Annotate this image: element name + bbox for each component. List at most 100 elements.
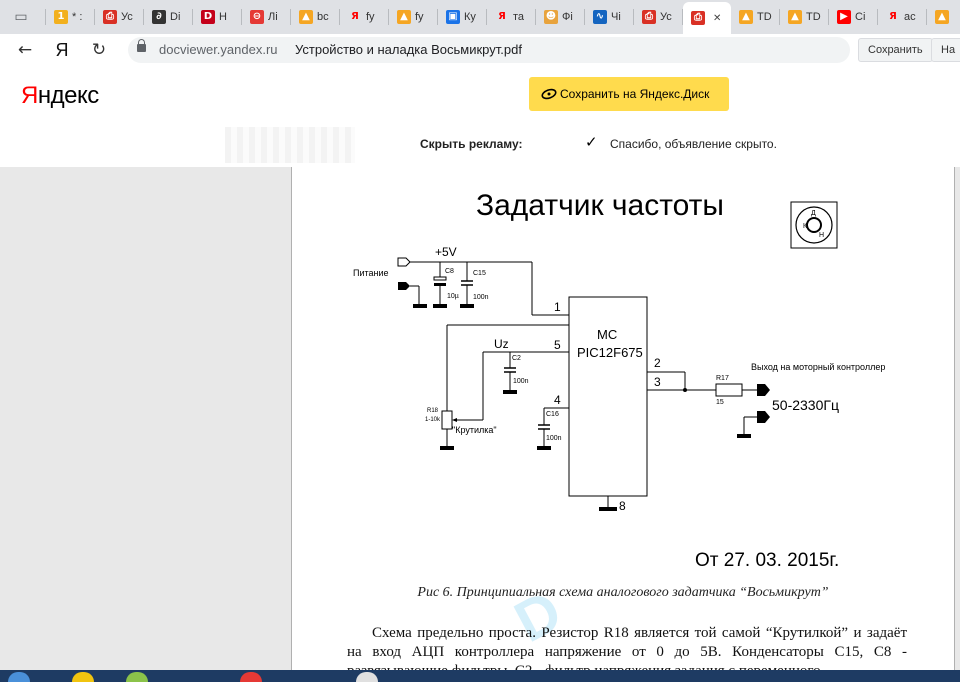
image-icon: ▲ [299, 10, 313, 24]
browser-tab[interactable]: ☻ Фі [536, 3, 585, 31]
sidebar-icon: ▭ [14, 9, 28, 25]
svg-text:C16: C16 [546, 411, 559, 418]
explorer-icon[interactable] [72, 672, 94, 682]
address-page-title: Устройство и наладка Восьмикрут.pdf [295, 42, 522, 57]
lock-icon [137, 39, 146, 52]
app2-icon[interactable] [356, 672, 378, 682]
folder-icon: 1 [54, 10, 68, 24]
image-icon: ▲ [935, 10, 949, 24]
svg-text:10µ: 10µ [447, 293, 459, 300]
svg-text:C2: C2 [512, 355, 521, 362]
tab-label: та [513, 11, 525, 23]
svg-text:100n: 100n [473, 294, 489, 301]
tab-label: Н [219, 11, 227, 23]
browser-tab[interactable]: ▲ fy [389, 3, 438, 31]
browser-icon[interactable] [240, 672, 262, 682]
browser-tab[interactable]: ▶ Сі [829, 3, 878, 31]
kdn-logo: К Д Н [790, 201, 838, 249]
yandex-icon: Я [351, 11, 359, 22]
svg-text:R17: R17 [716, 375, 729, 382]
tab-label: Ус [121, 11, 133, 23]
label-power: Питание [353, 268, 389, 278]
pdf-page: Задатчик частоты К Д Н Питание +5V C8 10… [291, 167, 955, 682]
reload-button[interactable]: ↻ [86, 38, 112, 62]
browser-tab[interactable]: Яfy [340, 3, 389, 31]
tab-label: TD [806, 11, 821, 23]
svg-text:50-2330Гц: 50-2330Гц [772, 397, 839, 413]
image-icon: ▲ [397, 10, 411, 24]
browser-tab[interactable]: ▲ TD [780, 3, 829, 31]
tab-label: bc [317, 11, 329, 23]
pdf-icon: ⎙ [642, 10, 656, 24]
browser-tab[interactable]: ⊖ Лі [242, 3, 291, 31]
svg-text:Д: Д [811, 210, 816, 217]
yandex-home-button[interactable]: Я [49, 38, 75, 62]
svg-text:1: 1 [554, 300, 561, 314]
browser-tab[interactable]: ⎙ Ус [95, 3, 144, 31]
browser-tab[interactable]: ▲ bc [291, 3, 340, 31]
tab-label: ас [904, 11, 916, 23]
svg-text:PIC12F675: PIC12F675 [577, 345, 643, 360]
circuit-schematic: К Д Н Питание +5V C8 10µ C15 100n 1 R18 … [353, 201, 885, 513]
browser-tab[interactable]: ⎙ Ус [634, 3, 683, 31]
link-icon: ∂ [152, 10, 166, 24]
save-to-disk-button[interactable]: Сохранить на Яндекс.Диск [529, 77, 729, 111]
app-icon[interactable] [126, 672, 148, 682]
browser-tab[interactable]: ∿ Чі [585, 3, 634, 31]
hidden-ad-image [225, 127, 355, 163]
svg-text:C8: C8 [445, 268, 454, 275]
svg-text:4: 4 [554, 393, 561, 407]
logo-first-letter: Я [21, 82, 38, 109]
browser-tab[interactable]: ▲ [927, 3, 960, 31]
svg-text:MC: MC [597, 327, 617, 342]
back-button[interactable]: ← [12, 38, 38, 62]
tab-label: fy [415, 11, 424, 23]
pdf-icon: ⎙ [691, 11, 705, 25]
logo-rest: ндекс [37, 82, 99, 109]
address-bar[interactable]: docviewer.yandex.ru Устройство и наладка… [128, 37, 850, 63]
tab-label: Лі [268, 11, 278, 23]
svg-text:R18: R18 [427, 408, 439, 414]
book-icon: ▣ [446, 10, 460, 24]
yandex-logo[interactable]: Яндекс [21, 82, 99, 110]
yandex-icon: Я [889, 11, 897, 22]
svg-text:15: 15 [716, 399, 724, 406]
save-page-button[interactable]: Сохранить [858, 38, 933, 62]
tab-label: Фі [562, 11, 573, 23]
circle-icon: ⊖ [250, 10, 264, 24]
tab-label: TD [757, 11, 772, 23]
sidebar-toggle-button[interactable]: ▭ [6, 3, 46, 31]
ad-bar: Скрыть рекламу: ✓ Спасибо, объявление ск… [0, 123, 960, 167]
ad-hidden-message: Спасибо, объявление скрыто. [610, 137, 777, 151]
next-button[interactable]: На [931, 38, 960, 62]
svg-text:2: 2 [654, 356, 661, 370]
wave-icon: ∿ [593, 10, 607, 24]
checkmark-icon: ✓ [585, 133, 598, 151]
svg-text:C15: C15 [473, 270, 486, 277]
document-viewer[interactable]: Задатчик частоты К Д Н Питание +5V C8 10… [0, 167, 960, 682]
disk-icon [541, 77, 557, 123]
browser-tab[interactable]: DН [193, 3, 242, 31]
browser-tab[interactable]: ⎙ ✕ [683, 2, 731, 34]
svg-text:Uz: Uz [494, 337, 509, 351]
start-icon[interactable] [8, 672, 30, 682]
image-icon: ▲ [739, 10, 753, 24]
browser-tab[interactable]: ∂ Di [144, 3, 193, 31]
tab-label: Сі [855, 11, 866, 23]
image-icon: ▲ [788, 10, 802, 24]
browser-tab[interactable]: ▲ TD [731, 3, 780, 31]
browser-toolbar: ← Я ↻ docviewer.yandex.ru Устройство и н… [0, 34, 960, 67]
d-logo-icon: D [201, 10, 215, 24]
browser-tab[interactable]: Яас [878, 3, 927, 31]
docviewer-header: Яндекс Сохранить на Яндекс.Диск [0, 66, 960, 123]
svg-text:3: 3 [654, 375, 661, 389]
tab-label: fy [366, 11, 375, 23]
tab-label: Di [170, 11, 181, 23]
schema-date: От 27. 03. 2015г. [695, 550, 840, 571]
browser-tab[interactable]: Ята [487, 3, 536, 31]
tab-label: Ус [660, 11, 672, 23]
close-icon[interactable]: ✕ [713, 13, 721, 24]
browser-tab[interactable]: ▣ Ку [438, 3, 487, 31]
browser-tab[interactable]: 1 * : [46, 3, 95, 31]
svg-text:8: 8 [619, 499, 626, 513]
